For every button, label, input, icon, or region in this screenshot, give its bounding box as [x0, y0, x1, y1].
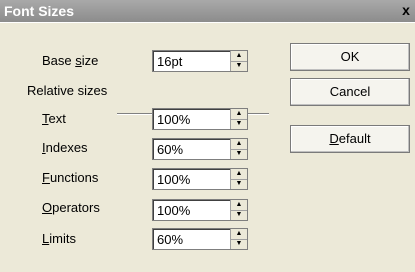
operators-size-spinner[interactable]: 100% ▲ ▼ — [152, 199, 248, 221]
limits-size-spinner[interactable]: 60% ▲ ▼ — [152, 228, 248, 250]
spin-down-icon[interactable]: ▼ — [231, 149, 247, 159]
base-size-label: Base size — [42, 53, 99, 68]
title-bar: Font Sizes x — [0, 0, 415, 22]
text-label: Text — [42, 111, 66, 126]
text-size-value: 100% — [157, 112, 191, 127]
indexes-size-spinner[interactable]: 60% ▲ ▼ — [152, 138, 248, 160]
spin-down-icon[interactable]: ▼ — [231, 179, 247, 189]
spin-down-icon[interactable]: ▼ — [231, 61, 247, 71]
functions-label: Functions — [42, 170, 99, 185]
cancel-button[interactable]: Cancel — [290, 78, 410, 106]
spin-down-icon[interactable]: ▼ — [231, 119, 247, 129]
default-button[interactable]: Default — [290, 125, 410, 153]
relative-sizes-label: Relative sizes — [27, 83, 108, 98]
operators-label: Operators — [42, 200, 100, 215]
spin-down-icon[interactable]: ▼ — [231, 210, 247, 220]
font-sizes-dialog: Base size 16pt ▲ ▼ Relative sizes Text 1… — [0, 22, 415, 272]
functions-size-spinner[interactable]: 100% ▲ ▼ — [152, 168, 248, 190]
indexes-label: Indexes — [42, 140, 88, 155]
functions-size-value: 100% — [157, 172, 191, 187]
window-title: Font Sizes — [4, 3, 75, 19]
indexes-size-value: 60% — [157, 142, 184, 157]
ok-button[interactable]: OK — [290, 43, 410, 71]
text-size-spinner[interactable]: 100% ▲ ▼ — [152, 108, 248, 130]
base-size-value: 16pt — [157, 54, 183, 69]
close-icon[interactable]: x — [399, 2, 413, 18]
operators-size-value: 100% — [157, 203, 191, 218]
limits-label: Limits — [42, 231, 76, 246]
base-size-spinner[interactable]: 16pt ▲ ▼ — [152, 50, 248, 72]
spin-down-icon[interactable]: ▼ — [231, 239, 247, 249]
limits-size-value: 60% — [157, 232, 184, 247]
